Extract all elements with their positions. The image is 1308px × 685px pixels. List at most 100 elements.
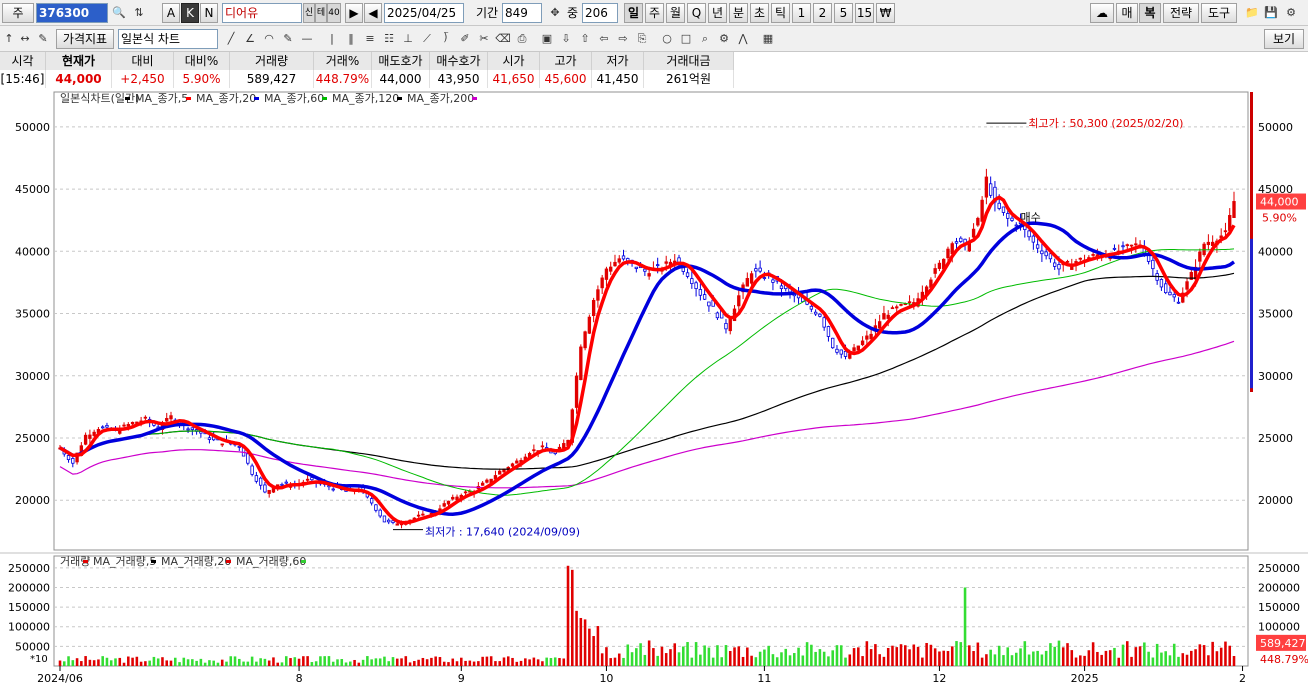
order-button-n[interactable]: N xyxy=(200,3,218,23)
pattern-tool-icon[interactable]: ▦ xyxy=(759,29,777,49)
pen-tool-icon[interactable]: ✎ xyxy=(279,29,297,49)
channel-tool-icon[interactable]: ‖ xyxy=(342,29,360,49)
gann-tool-icon[interactable]: ⊥ xyxy=(399,29,417,49)
timeframe-button-2[interactable]: 월 xyxy=(666,3,685,23)
box-tool-icon[interactable]: ▣ xyxy=(538,29,556,49)
count-input[interactable]: 206 xyxy=(582,3,618,23)
cut-tool-icon[interactable]: ✂ xyxy=(475,29,493,49)
arc-tool-icon[interactable]: ◠ xyxy=(260,29,278,49)
edit-icon[interactable]: ✎ xyxy=(34,29,52,49)
timeframe-button-5[interactable]: 분 xyxy=(729,3,748,23)
circle-tool-icon[interactable]: ○ xyxy=(658,29,676,49)
timeframe-button-1[interactable]: 주 xyxy=(645,3,664,23)
volume-bar xyxy=(1207,655,1210,666)
volume-bar xyxy=(272,657,275,666)
candle-body xyxy=(664,261,668,264)
copy-tool-icon[interactable]: ⎘ xyxy=(633,29,651,49)
volume-bar xyxy=(780,652,783,666)
volume-bar xyxy=(827,656,830,666)
timeframe-button-11[interactable]: 15 xyxy=(855,3,874,23)
play-icon[interactable]: ▶ xyxy=(345,3,363,23)
candle-body xyxy=(421,513,425,516)
back-icon[interactable]: ◀ xyxy=(364,3,382,23)
volume-bar xyxy=(703,645,706,666)
volume-bar xyxy=(1155,643,1159,666)
timeframe-button-6[interactable]: 초 xyxy=(750,3,769,23)
timeframe-button-7[interactable]: 틱 xyxy=(771,3,790,23)
order-button-k[interactable]: K xyxy=(181,3,199,23)
right-tool-icon[interactable]: ⇨ xyxy=(614,29,632,49)
rect-tool-icon[interactable]: □ xyxy=(677,29,695,49)
vline-tool-icon[interactable]: | xyxy=(323,29,341,49)
timeframe-button-12[interactable]: ₩ xyxy=(876,3,895,23)
price-chart[interactable]: 20000 20000 25000 25000 30000 30000 35000 35000… xyxy=(0,88,1308,685)
volume-bar xyxy=(455,661,459,666)
save-icon[interactable]: 💾 xyxy=(1262,3,1280,23)
timeframe-button-9[interactable]: 2 xyxy=(813,3,832,23)
date-input[interactable]: 2025/04/25 xyxy=(384,3,464,23)
down-tool-icon[interactable]: ⇩ xyxy=(557,29,575,49)
order-button-a[interactable]: A xyxy=(162,3,180,23)
strategy-button[interactable]: 전략 xyxy=(1163,3,1199,23)
settings-icon[interactable]: ⚙ xyxy=(1282,3,1300,23)
hline-tool-icon[interactable]: — xyxy=(298,29,316,49)
sort-icon[interactable]: ⇅ xyxy=(130,3,148,23)
volume-bar xyxy=(916,646,920,666)
candle-body xyxy=(1078,257,1082,260)
print-tool-icon[interactable]: ⎙ xyxy=(513,29,531,49)
timeframe-button-0[interactable]: 일 xyxy=(624,3,643,23)
line-tool-icon[interactable]: ╱ xyxy=(222,29,240,49)
candle-body xyxy=(1121,245,1125,248)
split-icon[interactable]: ✥ xyxy=(546,3,564,23)
legend-volume-item: MA_거래량,60 xyxy=(236,555,306,568)
candle-body xyxy=(745,278,750,287)
grid-tool-icon[interactable]: ☷ xyxy=(380,29,398,49)
volume-bar xyxy=(656,655,659,666)
fib-tool-icon[interactable]: ≡ xyxy=(361,29,379,49)
market-type-button[interactable]: 주 xyxy=(2,3,34,23)
view-button[interactable]: 보기 xyxy=(1264,29,1304,49)
candle-body xyxy=(959,237,963,243)
erase-tool-icon[interactable]: ⌫ xyxy=(494,29,512,49)
cloud-icon[interactable]: ☁ xyxy=(1090,3,1114,23)
volume-bar xyxy=(886,647,890,666)
volume-bar xyxy=(1113,647,1116,666)
left-tool-icon[interactable]: ⇦ xyxy=(595,29,613,49)
volume-bar xyxy=(852,648,856,666)
stock-code-input[interactable]: 376300 xyxy=(36,3,108,23)
brush-tool-icon[interactable]: ✐ xyxy=(456,29,474,49)
volume-bar xyxy=(532,657,536,666)
volume-bar xyxy=(58,660,62,666)
volume-bar xyxy=(468,660,472,666)
expand-icon[interactable]: ↔ xyxy=(16,29,34,49)
volume-tick-right: 150000 xyxy=(1258,601,1300,614)
candle-body xyxy=(143,416,148,419)
volume-tick-left: 100000 xyxy=(8,621,50,634)
stock-name-field[interactable]: 디어유 xyxy=(222,3,302,23)
up-tool-icon[interactable]: ⇧ xyxy=(576,29,594,49)
angle-tool-icon[interactable]: ∠ xyxy=(241,29,259,49)
timeframe-button-8[interactable]: 1 xyxy=(792,3,811,23)
config-tool-icon[interactable]: ⚙ xyxy=(715,29,733,49)
volume-bar xyxy=(976,642,980,666)
zoom-tool-icon[interactable]: ⌕ xyxy=(696,29,714,49)
candle-body xyxy=(591,299,596,317)
timeframe-button-4[interactable]: 년 xyxy=(708,3,727,23)
volume-bar xyxy=(460,657,463,666)
volume-bar xyxy=(1164,651,1167,666)
ray-tool-icon[interactable]: ⟌ xyxy=(437,29,455,49)
timeframe-button-10[interactable]: 5 xyxy=(834,3,853,23)
chart-type-select[interactable]: 일본식 차트 xyxy=(118,29,218,49)
tools-button[interactable]: 도구 xyxy=(1201,3,1237,23)
trend-tool-icon[interactable]: ⟋ xyxy=(418,29,436,49)
volume-bar xyxy=(746,647,749,666)
buy-button[interactable]: 매 xyxy=(1116,3,1138,23)
multi-button[interactable]: 복 xyxy=(1139,3,1161,23)
search-icon[interactable]: 🔍 xyxy=(110,3,128,23)
period-input[interactable]: 849 xyxy=(502,3,542,23)
volume-bar xyxy=(903,645,907,666)
timeframe-button-3[interactable]: Q xyxy=(687,3,706,23)
indicator-button[interactable]: 가격지표 xyxy=(56,29,114,49)
wave-tool-icon[interactable]: ⋀ xyxy=(734,29,752,49)
folder-icon[interactable]: 📁 xyxy=(1243,3,1261,23)
